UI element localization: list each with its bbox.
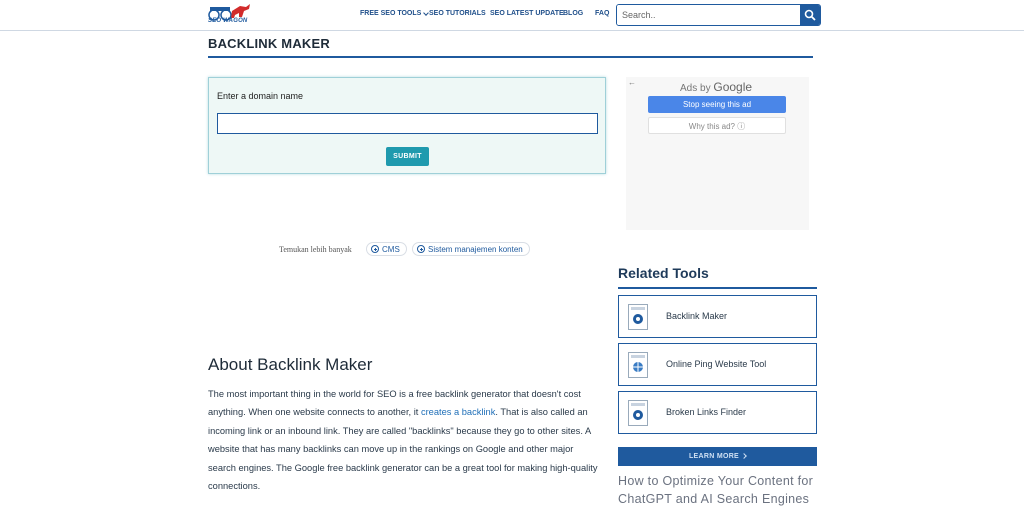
ad-panel: ← Ads by Google Stop seeing this ad Why … bbox=[626, 77, 809, 230]
search-input[interactable] bbox=[617, 5, 801, 25]
submit-button[interactable]: SUBMIT bbox=[386, 147, 429, 166]
logo-text: SEO WAGON bbox=[208, 18, 248, 24]
tool-thumbnail-icon bbox=[628, 352, 648, 378]
ads-by-label: Ads by bbox=[680, 83, 711, 94]
about-title: About Backlink Maker bbox=[208, 355, 373, 374]
search-icon bbox=[804, 9, 816, 21]
tool-broken-links-finder[interactable]: Broken Links Finder bbox=[618, 391, 817, 434]
about-text-part: . That is also called an incoming link o… bbox=[208, 407, 598, 492]
chip-cms[interactable]: CMS bbox=[366, 242, 407, 256]
tool-label: Online Ping Website Tool bbox=[666, 359, 767, 369]
nav-label: FREE SEO TOOLS bbox=[360, 10, 422, 17]
why-this-ad-button[interactable]: Why this ad? ⓘ bbox=[648, 117, 786, 134]
tool-thumbnail-icon bbox=[628, 400, 648, 426]
tool-label: Backlink Maker bbox=[666, 311, 728, 321]
tool-backlink-maker[interactable]: Backlink Maker bbox=[618, 295, 817, 338]
chip-label: CMS bbox=[382, 244, 400, 254]
related-tools-divider bbox=[618, 287, 817, 289]
domain-label: Enter a domain name bbox=[217, 91, 304, 101]
tool-thumbnail-icon bbox=[628, 304, 648, 330]
chip-sistem-manajemen-konten[interactable]: Sistem manajemen konten bbox=[412, 242, 530, 256]
chevron-right-icon bbox=[741, 453, 747, 459]
domain-input[interactable] bbox=[217, 113, 598, 134]
title-divider bbox=[208, 56, 813, 58]
plus-circle-icon bbox=[417, 245, 425, 253]
nav-free-seo-tools[interactable]: FREE SEO TOOLS bbox=[360, 9, 430, 17]
nav-seo-tutorials[interactable]: SEO TUTORIALS bbox=[429, 10, 486, 17]
domain-form: Enter a domain name SUBMIT bbox=[208, 77, 606, 174]
tool-online-ping-website[interactable]: Online Ping Website Tool bbox=[618, 343, 817, 386]
learn-more-label: LEARN MORE bbox=[688, 453, 740, 460]
back-arrow-icon[interactable]: ← bbox=[628, 78, 636, 87]
related-tools-title: Related Tools bbox=[618, 265, 709, 281]
nav-blog[interactable]: BLOG bbox=[563, 10, 583, 17]
tool-label: Broken Links Finder bbox=[666, 407, 747, 417]
site-header: SEO WAGON FREE SEO TOOLS SEO TUTORIALS S… bbox=[0, 0, 1024, 31]
search-box bbox=[616, 4, 821, 26]
nav-seo-latest-update[interactable]: SEO LATEST UPDATE bbox=[490, 10, 564, 17]
promo-headline[interactable]: How to Optimize Your Content for ChatGPT… bbox=[618, 472, 828, 507]
chip-label: Sistem manajemen konten bbox=[428, 244, 523, 254]
plus-circle-icon bbox=[371, 245, 379, 253]
learn-more-button[interactable]: LEARN MORE bbox=[618, 447, 817, 466]
discover-label: Temukan lebih banyak bbox=[279, 245, 352, 254]
search-button[interactable] bbox=[800, 5, 820, 25]
nav-faq[interactable]: FAQ bbox=[595, 10, 609, 17]
creates-backlink-link[interactable]: creates a backlink bbox=[421, 407, 495, 417]
about-paragraph: The most important thing in the world fo… bbox=[208, 385, 603, 495]
page-title: BACKLINK MAKER bbox=[208, 36, 330, 51]
google-label: Google bbox=[713, 80, 753, 94]
stop-seeing-ad-button[interactable]: Stop seeing this ad bbox=[648, 96, 786, 113]
ads-by-google: Ads by Google bbox=[680, 80, 752, 94]
